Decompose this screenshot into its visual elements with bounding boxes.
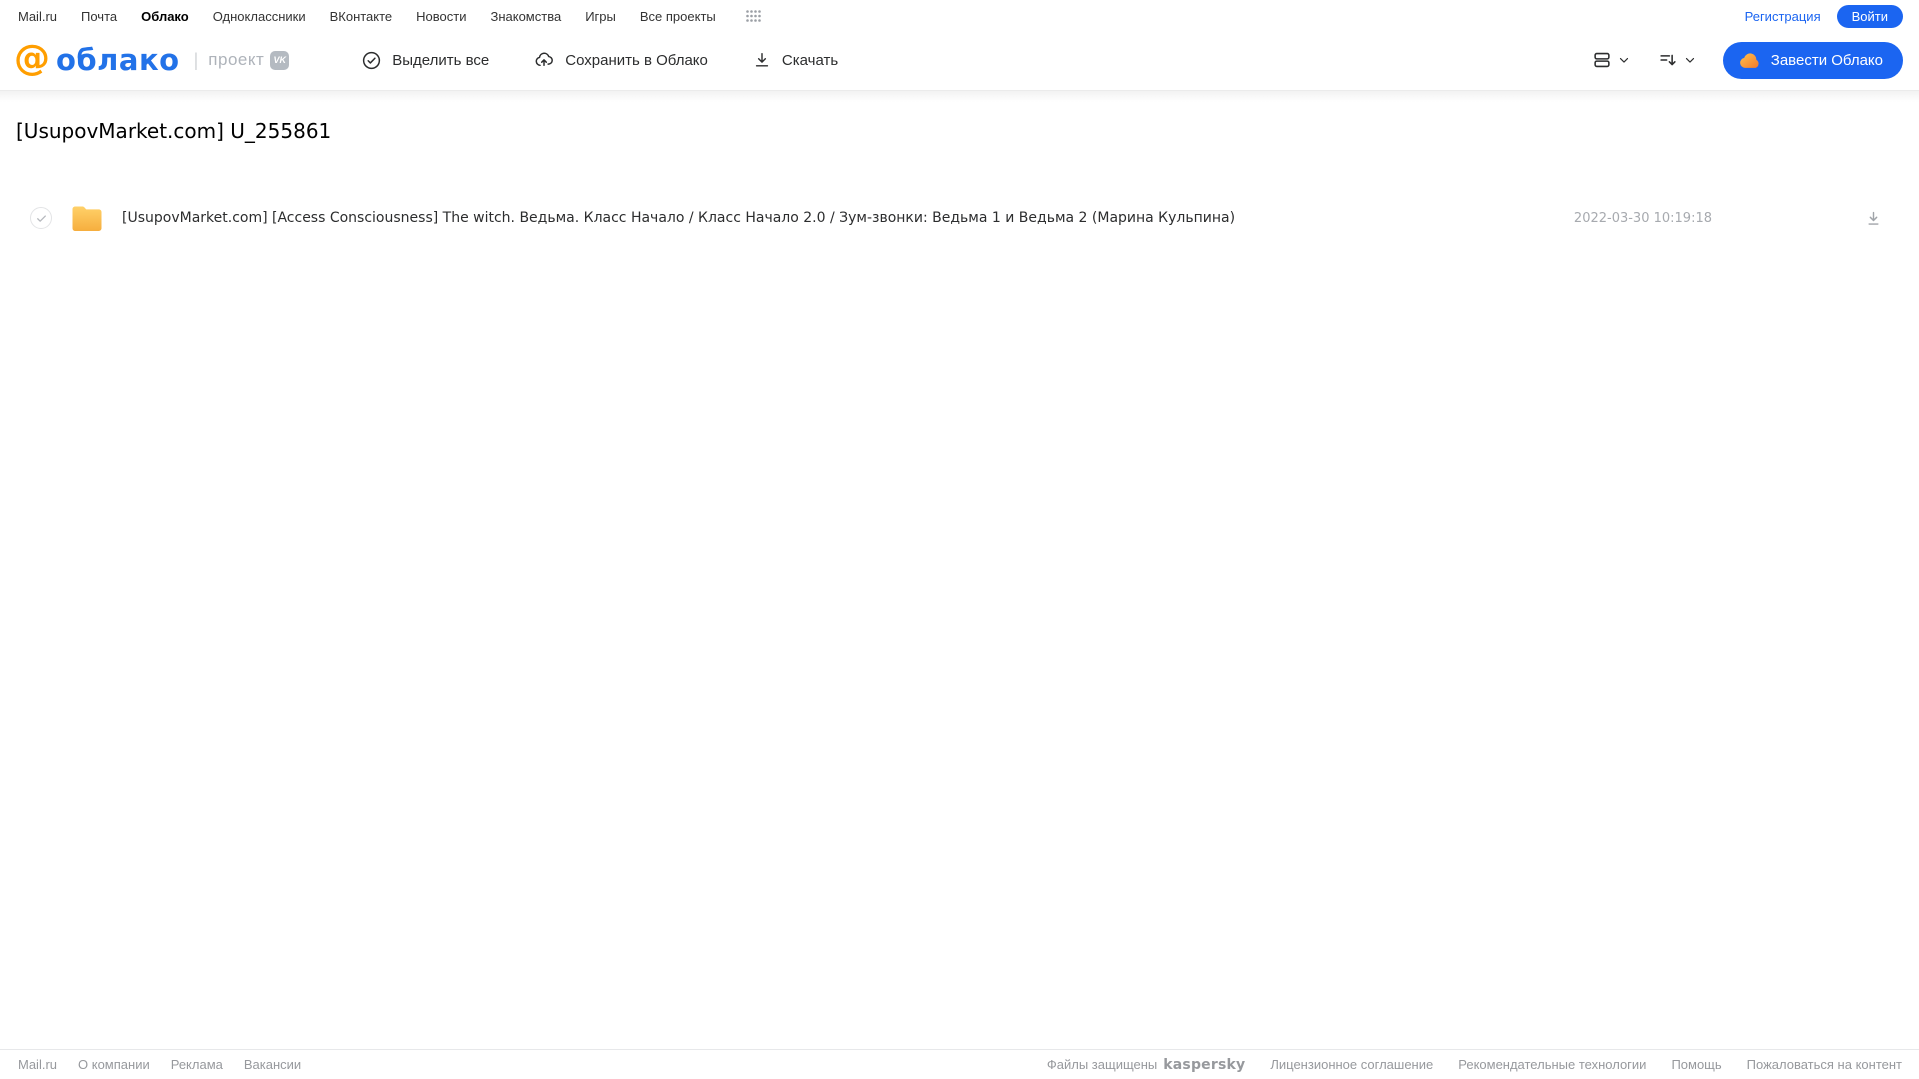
list-view-icon	[1591, 49, 1613, 71]
footer-left-links: Mail.ru О компании Реклама Вакансии	[18, 1057, 301, 1072]
header-shadow	[0, 90, 1919, 102]
footer-link-mailru[interactable]: Mail.ru	[18, 1057, 57, 1072]
registration-link[interactable]: Регистрация	[1745, 9, 1821, 24]
topnav-link-odnoklassniki[interactable]: Одноклассники	[213, 9, 306, 24]
footer-link-report[interactable]: Пожаловаться на контент	[1747, 1057, 1902, 1072]
kaspersky-logo[interactable]: kaspersky	[1163, 1057, 1245, 1073]
logo-divider: |	[193, 49, 199, 70]
select-all-label: Выделить все	[392, 51, 490, 69]
footer-link-recommendations[interactable]: Рекомендательные технологии	[1458, 1057, 1646, 1072]
file-row[interactable]: [UsupovMarket.com] [Access Consciousness…	[0, 195, 1919, 241]
view-mode-dropdown[interactable]	[1591, 49, 1631, 71]
create-cloud-button[interactable]: Завести Облако	[1722, 41, 1903, 79]
cloud-upload-icon	[533, 50, 555, 71]
topnav-link-mailru[interactable]: Mail.ru	[18, 9, 57, 24]
topnav-link-pochta[interactable]: Почта	[81, 9, 117, 24]
header-right-controls: Завести Облако	[1591, 41, 1903, 79]
topnav-link-all-projects[interactable]: Все проекты	[640, 9, 716, 24]
portal-links: Mail.ru Почта Облако Одноклассники ВКонт…	[18, 9, 761, 24]
topnav-link-znakomstva[interactable]: Знакомства	[490, 9, 561, 24]
file-date: 2022-03-30 10:19:18	[1573, 210, 1712, 226]
cloud-logo-text: облако	[56, 43, 180, 77]
folder-icon	[71, 205, 103, 232]
portal-navbar: Mail.ru Почта Облако Одноклассники ВКонт…	[0, 0, 1919, 30]
project-vk-label: проект	[208, 50, 265, 69]
download-button[interactable]: Скачать	[752, 50, 838, 70]
create-cloud-label: Завести Облако	[1770, 51, 1883, 69]
footer-link-license[interactable]: Лицензионное соглашение	[1270, 1057, 1433, 1072]
vk-logo-icon: VK	[270, 50, 290, 70]
topnav-link-igry[interactable]: Игры	[585, 9, 616, 24]
footer-link-help[interactable]: Помощь	[1671, 1057, 1721, 1072]
footer-link-jobs[interactable]: Вакансии	[244, 1057, 301, 1072]
save-to-cloud-label: Сохранить в Облако	[565, 51, 708, 69]
portal-auth: Регистрация Войти	[1745, 4, 1903, 28]
select-all-button[interactable]: Выделить все	[361, 50, 489, 71]
check-circle-icon	[361, 50, 382, 71]
page-title: [UsupovMarket.com] U_255861	[16, 119, 332, 143]
cloud-logo[interactable]: @ облако | проект VK	[14, 37, 290, 79]
sort-icon	[1657, 49, 1679, 71]
topnav-link-oblako[interactable]: Облако	[141, 9, 189, 24]
main-content: [UsupovMarket.com] U_255861 [UsupovMarke…	[0, 119, 1919, 241]
row-download-icon[interactable]	[1864, 209, 1883, 228]
cloud-header: @ облако | проект VK Выделить все Сохран…	[0, 30, 1919, 90]
file-actions-toolbar: Выделить все Сохранить в Облако Скачать	[361, 50, 838, 71]
save-to-cloud-button[interactable]: Сохранить в Облако	[533, 50, 708, 71]
protected-label: Файлы защищены	[1046, 1057, 1158, 1072]
file-list: [UsupovMarket.com] [Access Consciousness…	[0, 195, 1919, 241]
check-icon	[36, 214, 46, 222]
chevron-down-icon	[1617, 53, 1631, 67]
topnav-link-novosti[interactable]: Новости	[416, 9, 466, 24]
chevron-down-icon	[1683, 53, 1697, 67]
sort-dropdown[interactable]	[1657, 49, 1697, 71]
footer-link-about[interactable]: О компании	[78, 1057, 150, 1072]
cloud-orange-icon	[1739, 52, 1761, 69]
footer-link-ads[interactable]: Реклама	[171, 1057, 223, 1072]
download-icon	[752, 50, 772, 70]
footer: Mail.ru О компании Реклама Вакансии Файл…	[0, 1049, 1919, 1079]
row-checkbox[interactable]	[30, 207, 52, 229]
mailru-at-icon: @	[14, 37, 50, 79]
kaspersky-protection: Файлы защищены kaspersky	[1047, 1057, 1245, 1073]
login-button[interactable]: Войти	[1836, 4, 1903, 28]
download-label: Скачать	[781, 51, 839, 69]
file-name-link[interactable]: [UsupovMarket.com] [Access Consciousness…	[122, 210, 1574, 226]
topnav-link-vkontakte[interactable]: ВКонтакте	[330, 9, 393, 24]
apps-grid-icon[interactable]	[745, 10, 761, 22]
footer-right-links: Файлы защищены kaspersky Лицензионное со…	[1047, 1057, 1902, 1073]
